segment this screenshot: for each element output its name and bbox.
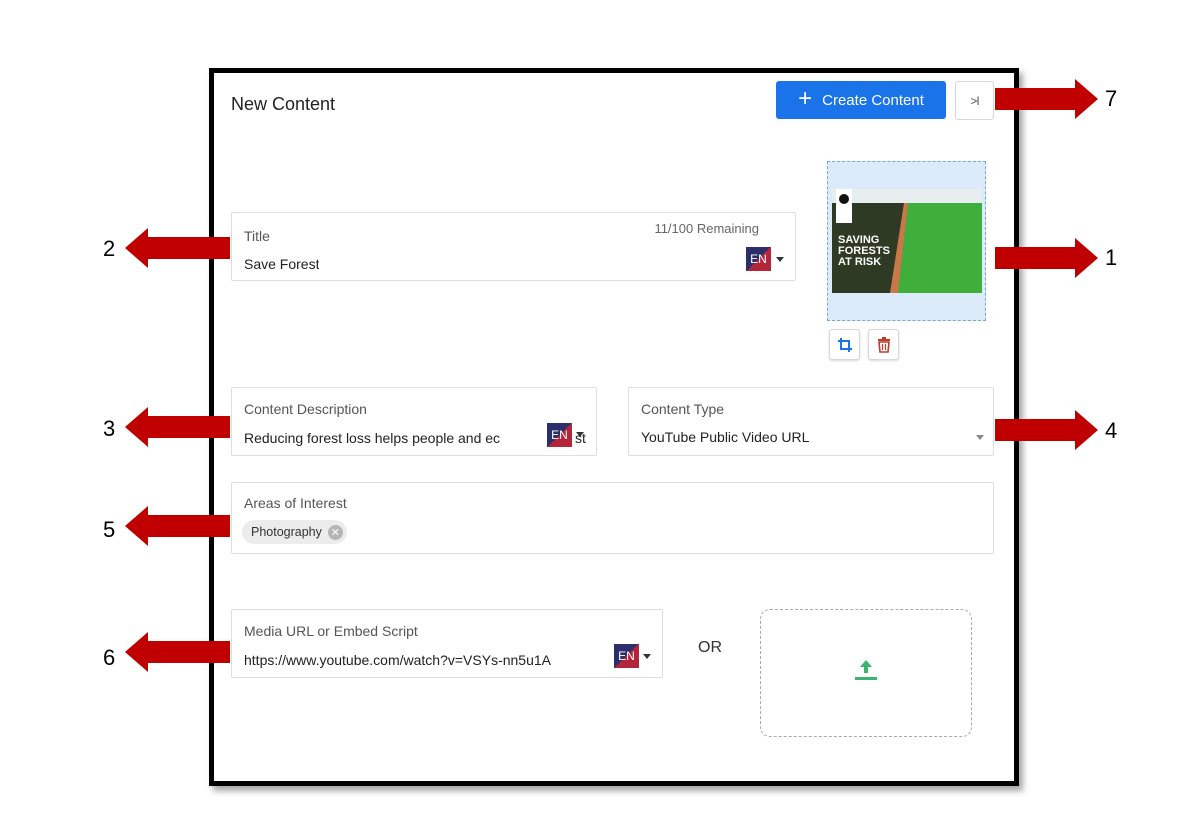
callout-number: 3 [103,416,116,441]
arrow-6 [125,632,230,672]
callout-number: 1 [1105,245,1118,270]
callout-number: 4 [1105,418,1118,443]
callout-number: 6 [103,645,116,670]
arrow-2 [125,228,230,268]
arrow-4 [995,410,1098,450]
arrow-7 [995,79,1098,119]
arrow-3 [125,407,230,447]
callout-number: 5 [103,517,116,542]
annotation-arrows [125,79,1098,672]
callout-number: 2 [103,236,116,261]
arrow-5 [125,506,230,546]
arrow-1 [995,238,1098,278]
callout-number: 7 [1105,86,1118,111]
